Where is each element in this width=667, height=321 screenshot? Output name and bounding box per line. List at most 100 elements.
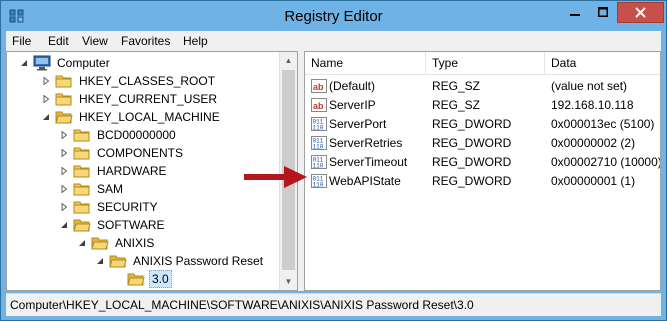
expanded-arrow-icon[interactable] [41,112,51,122]
values-list[interactable]: Name Type Data ab (Default) REG_SZ (value n… [304,51,661,291]
tree-item-label: COMPONENTS [97,146,184,160]
tree-item[interactable]: SAM [59,180,125,198]
string-value-icon: ab [311,98,327,112]
computer-icon [33,55,51,71]
collapsed-arrow-icon[interactable] [59,166,69,176]
svg-text:110: 110 [313,125,324,132]
tree-item[interactable]: HKEY_CURRENT_USER [41,90,219,108]
minimize-icon [569,14,580,16]
dword-value-icon: 011110 [311,155,327,170]
cell-name: ServerPort [329,117,387,131]
collapsed-arrow-icon[interactable] [59,148,69,158]
cell-data: 0x00000002 (2) [551,136,636,150]
open-folder-icon [127,273,145,286]
maximize-button[interactable] [589,2,616,22]
cell-data: (value not set) [551,79,628,93]
tree-item[interactable]: HKEY_CLASSES_ROOT [41,72,217,90]
scroll-down-icon[interactable]: ▼ [280,273,297,290]
menu-help[interactable]: Help [183,34,208,48]
collapsed-arrow-icon[interactable] [59,184,69,194]
cell-data: 0x000013ec (5100) [551,117,655,131]
folder-icon [73,183,90,196]
list-item[interactable]: ab (Default) REG_SZ (value not set) [305,76,660,96]
open-folder-icon [91,237,109,250]
column-header-data[interactable]: Data [545,52,660,74]
expanded-arrow-icon[interactable] [59,220,69,230]
tree-item-computer[interactable]: Computer [19,54,112,72]
scroll-up-icon[interactable]: ▲ [280,52,297,69]
expanded-arrow-icon[interactable] [77,238,87,248]
red-arrow-icon [244,166,307,188]
cell-type: REG_DWORD [432,174,512,188]
svg-text:ab: ab [313,82,324,92]
svg-text:110: 110 [313,163,324,170]
tree-item-label: SOFTWARE [97,218,165,232]
svg-text:110: 110 [313,182,324,189]
list-item[interactable]: ab ServerIP REG_SZ 192.168.10.118 [305,95,660,115]
open-folder-icon [109,255,127,268]
column-header-name[interactable]: Name [305,52,426,74]
minimize-button[interactable] [561,2,588,22]
tree-item-label: HKEY_CURRENT_USER [79,92,218,106]
menu-file[interactable]: File [12,34,31,48]
folder-icon [73,201,90,214]
dword-value-icon: 011110 [311,174,327,189]
expanded-arrow-icon[interactable] [19,58,29,68]
tree-item[interactable]: 3.0 [113,270,172,288]
tree-item-label: SECURITY [97,200,158,214]
folder-icon [55,75,72,88]
menu-favorites[interactable]: Favorites [121,34,170,48]
cell-name: (Default) [329,79,376,93]
tree-item-label: BCD00000000 [97,128,176,142]
list-item[interactable]: 011 110 ServerPort REG_DWORD 0x000013ec (510… [305,114,660,134]
close-icon [635,7,646,18]
dword-value-icon: 011110 [311,117,327,132]
open-folder-icon [55,111,73,124]
cell-name: WebAPIState [329,174,401,188]
svg-text:110: 110 [313,144,324,151]
tree-item[interactable]: ANIXIS Password Reset [95,252,265,270]
status-path: Computer\HKEY_LOCAL_MACHINE\SOFTWARE\ANI… [10,298,474,312]
svg-text:ab: ab [313,101,324,111]
cell-name: ServerRetries [329,136,403,150]
menu-view[interactable]: View [82,34,108,48]
tree-item[interactable]: HARDWARE [59,162,169,180]
title-bar[interactable]: Registry Editor [1,1,666,31]
tree-item-label: 3.0 [149,270,172,288]
cell-type: REG_SZ [432,98,481,112]
close-button[interactable] [617,2,664,23]
tree-item-label: ANIXIS [115,236,155,250]
cell-type: REG_DWORD [432,155,512,169]
list-item[interactable]: 011 110 ServerRetries REG_DWORD 0x00000002 (… [305,133,660,153]
tree-item-label: ANIXIS Password Reset [133,254,264,268]
column-header-type[interactable]: Type [426,52,545,74]
tree-item-label: Computer [57,56,110,70]
collapsed-arrow-icon[interactable] [41,76,51,86]
tree-item[interactable]: ANIXIS [77,234,156,252]
cell-type: REG_SZ [432,79,481,93]
collapsed-arrow-icon[interactable] [41,94,51,104]
cell-name: ServerTimeout [329,155,408,169]
string-value-icon: ab [311,79,327,93]
cell-data: 0x00000001 (1) [551,174,636,188]
expanded-arrow-icon[interactable] [95,256,105,266]
collapsed-arrow-icon[interactable] [59,202,69,212]
list-item[interactable]: 011 110 ServerTimeout REG_DWORD 0x00002710 (… [305,152,660,172]
collapsed-arrow-icon[interactable] [59,130,69,140]
tree-item[interactable]: HKEY_LOCAL_MACHINE [41,108,222,126]
tree-item[interactable]: COMPONENTS [59,144,185,162]
cell-data: 192.168.10.118 [551,98,634,112]
cell-name: ServerIP [329,98,376,112]
list-header: Name Type Data [305,52,660,75]
tree-item[interactable]: BCD00000000 [59,126,178,144]
folder-icon [55,93,72,106]
menu-edit[interactable]: Edit [48,34,69,48]
status-bar: Computer\HKEY_LOCAL_MACHINE\SOFTWARE\ANI… [6,293,661,316]
list-item[interactable]: 011 110 WebAPIState REG_DWORD 0x00000001 (1) [305,171,660,191]
tree-item[interactable]: SECURITY [59,198,160,216]
maximize-icon [597,7,608,17]
tree-item[interactable]: SOFTWARE [59,216,167,234]
folder-icon [73,147,90,160]
tree-item-label: HKEY_LOCAL_MACHINE [79,110,220,124]
